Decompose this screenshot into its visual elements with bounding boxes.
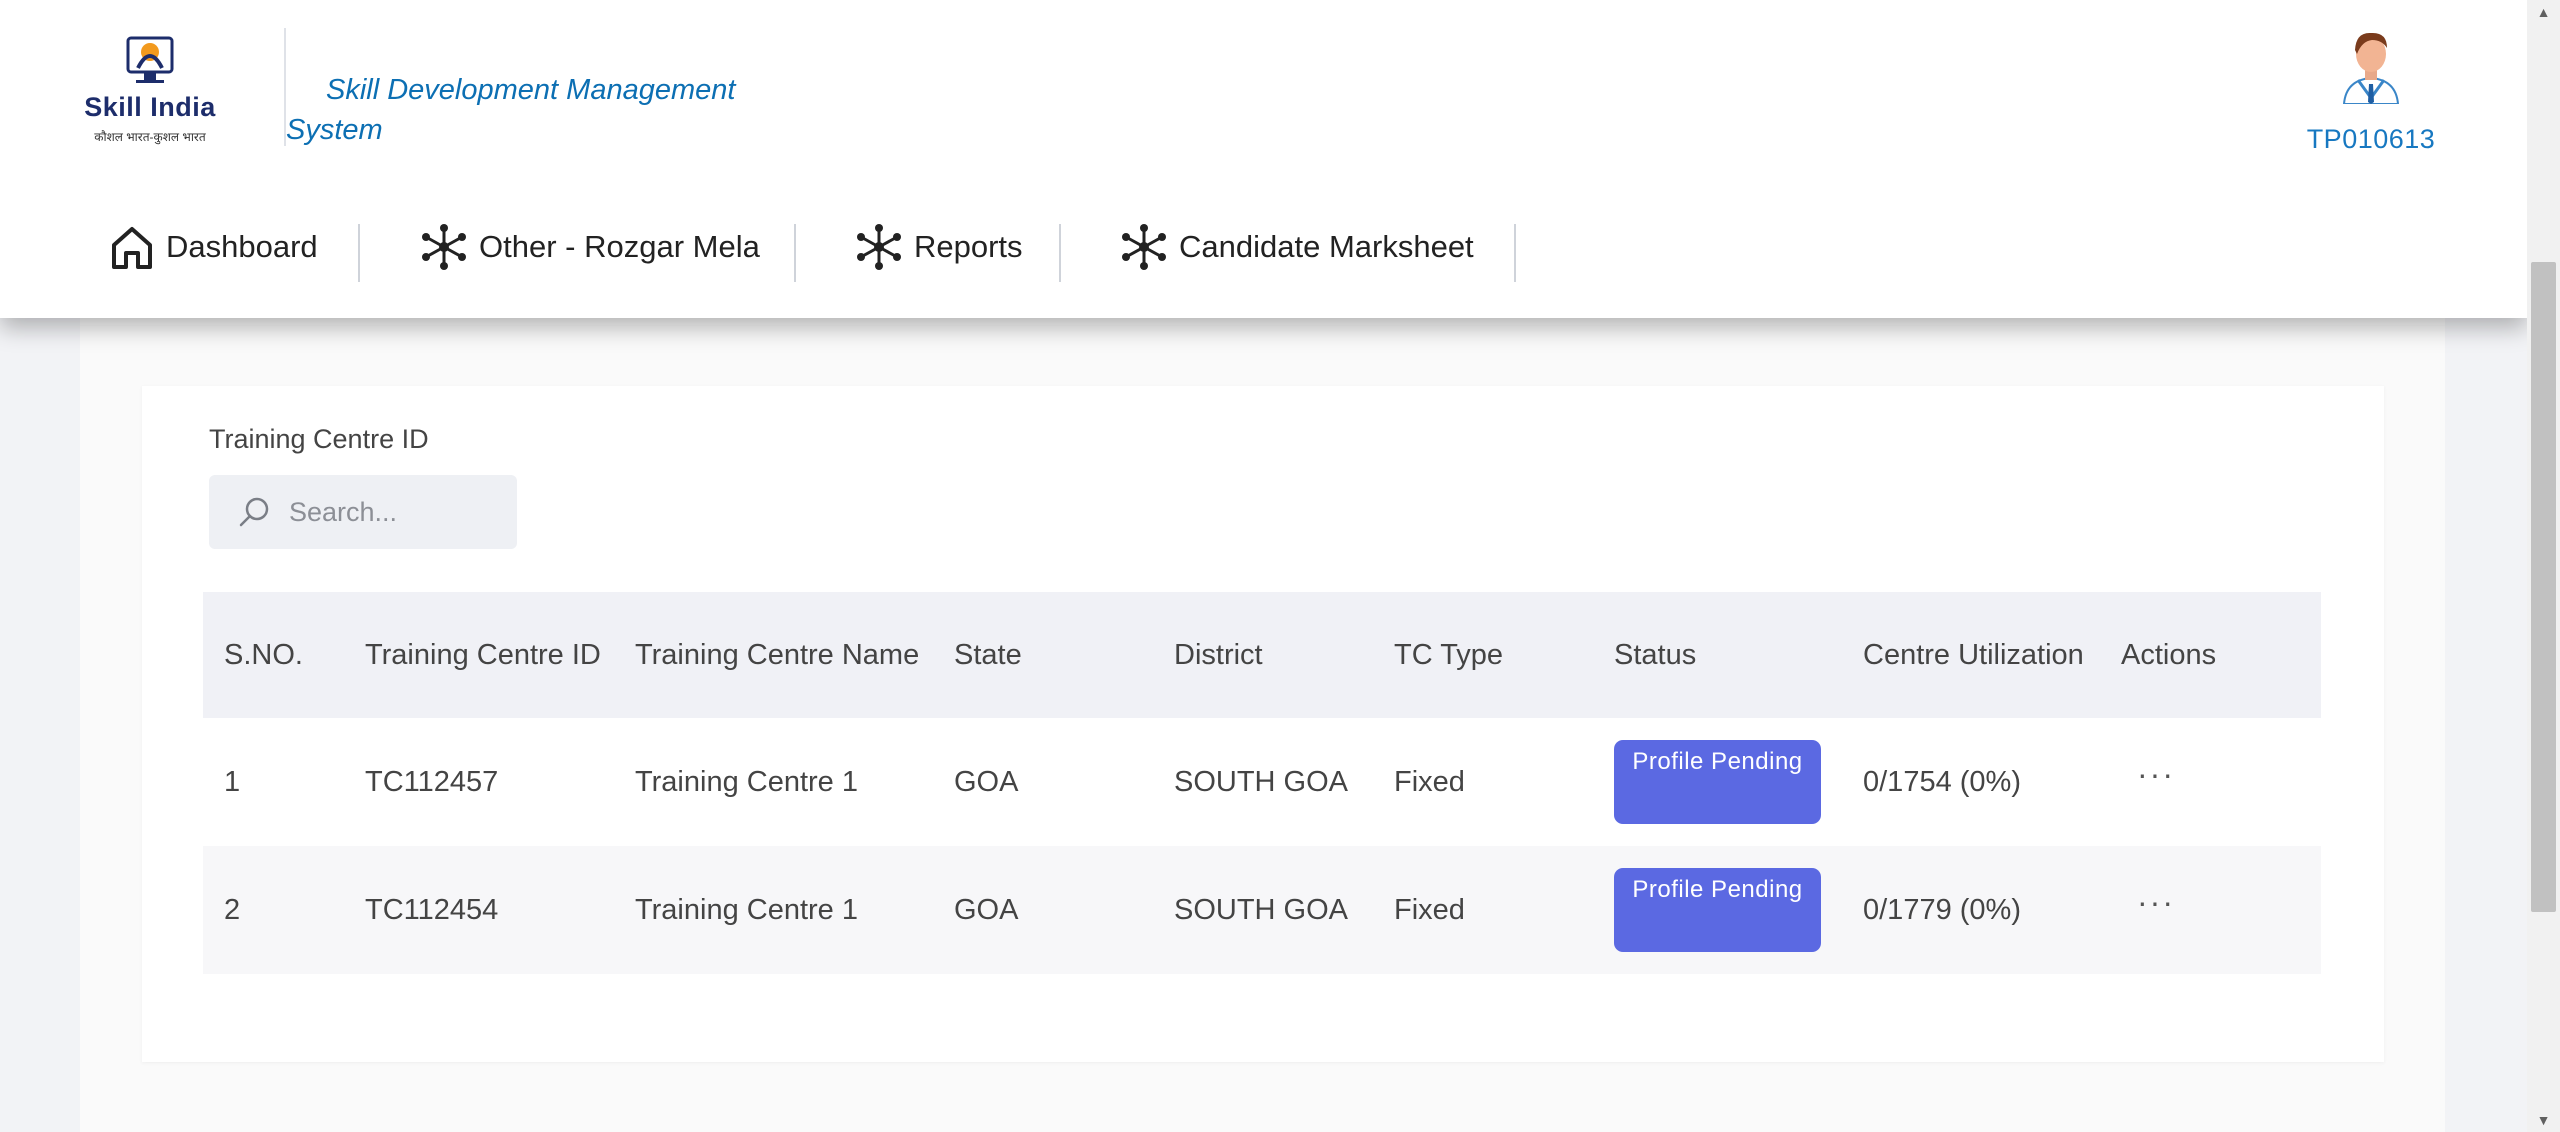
nav-item-label: Other - Rozgar Mela — [479, 229, 760, 264]
nav-item-label: Candidate Marksheet — [1179, 229, 1474, 264]
table-header-row: S.NO. Training Centre ID Training Centre… — [203, 592, 2321, 718]
home-icon — [112, 227, 152, 269]
nav-separator — [1059, 224, 1061, 282]
cell-sno: 1 — [224, 765, 241, 798]
top-header: Skill India कौशल भारत-कुशल भारत Skill De… — [0, 0, 2527, 318]
column-header-actions: Actions — [2100, 592, 2321, 718]
search-input[interactable] — [287, 495, 491, 529]
cell-district: SOUTH GOA — [1153, 846, 1373, 974]
cell-status: Profile Pending — [1593, 718, 1842, 846]
search-field[interactable] — [209, 475, 517, 549]
nav-item-dashboard[interactable]: Dashboard — [108, 212, 318, 282]
cell-state: GOA — [933, 846, 1153, 974]
scroll-up-arrow-icon[interactable]: ▲ — [2527, 0, 2560, 24]
skill-india-emblem-icon — [126, 36, 174, 83]
cell-tc-name: Training Centre 1 — [614, 846, 933, 974]
nav-item-label: Reports — [914, 229, 1023, 264]
logo-tagline: कौशल भारत-कुशल भारत — [94, 130, 206, 144]
search-icon — [239, 497, 269, 527]
more-actions-icon[interactable]: ··· — [2121, 756, 2175, 792]
nav-item-reports[interactable]: Reports — [854, 212, 1023, 282]
user-avatar-icon[interactable] — [2336, 28, 2406, 104]
cell-sno: 2 — [203, 846, 344, 974]
skill-india-logo[interactable]: Skill India कौशल भारत-कुशल भारत — [80, 34, 220, 146]
cell-tc-name: Training Centre 1 — [635, 765, 858, 798]
cell-utilization: 0/1754 (0%) — [1863, 765, 2021, 798]
status-badge[interactable]: Profile Pending — [1614, 868, 1821, 952]
cell-actions: ··· — [2100, 718, 2321, 846]
more-actions-icon[interactable]: ··· — [2121, 884, 2175, 920]
cell-utilization: 0/1779 (0%) — [1842, 846, 2100, 974]
training-centre-table: S.NO. Training Centre ID Training Centre… — [203, 592, 2321, 974]
nav-item-candidate-marksheet[interactable]: Candidate Marksheet — [1119, 212, 1474, 282]
user-id-label[interactable]: TP010613 — [2290, 124, 2452, 155]
column-header-centre-utilization[interactable]: Centre Utilization — [1842, 592, 2100, 718]
cell-tc-id: TC112457 — [365, 765, 499, 798]
page-scrollbar[interactable]: ▲ ▼ — [2527, 0, 2560, 1132]
nav-separator — [358, 224, 360, 282]
network-icon — [1122, 224, 1166, 270]
nav-separator — [1514, 224, 1516, 282]
cell-actions: ··· — [2100, 846, 2321, 974]
logo-brand-text: Skill India — [84, 92, 216, 122]
cell-tc-type: Fixed — [1373, 846, 1593, 974]
nav-item-label: Dashboard — [166, 229, 318, 264]
training-centre-id-filter-label: Training Centre ID — [209, 424, 429, 454]
scrollbar-thumb[interactable] — [2531, 262, 2556, 912]
column-header-status[interactable]: Status — [1593, 592, 1842, 718]
scroll-down-arrow-icon[interactable]: ▼ — [2527, 1108, 2560, 1132]
cell-state: GOA — [954, 765, 1019, 798]
cell-status: Profile Pending — [1593, 846, 1842, 974]
column-header-state[interactable]: State — [933, 592, 1153, 718]
cell-district: SOUTH GOA — [1174, 765, 1349, 798]
column-header-training-centre-id[interactable]: Training Centre ID — [344, 592, 614, 718]
column-header-district[interactable]: District — [1153, 592, 1373, 718]
nav-separator — [794, 224, 796, 282]
column-header-sno[interactable]: S.NO. — [203, 592, 344, 718]
system-title: Skill Development Management System — [286, 74, 736, 146]
cell-tc-id: TC112454 — [344, 846, 614, 974]
table-row: 2 TC112454 Training Centre 1 GOA SOUTH G… — [203, 846, 2321, 974]
status-badge[interactable]: Profile Pending — [1614, 740, 1821, 824]
network-icon — [422, 224, 466, 270]
column-header-training-centre-name[interactable]: Training Centre Name — [614, 592, 933, 718]
column-header-tc-type[interactable]: TC Type — [1373, 592, 1593, 718]
cell-tc-type: Fixed — [1394, 765, 1465, 798]
main-navigation: Dashboard Other - Rozgar Mela Reports Ca… — [0, 212, 1600, 282]
nav-item-rozgar-mela[interactable]: Other - Rozgar Mela — [419, 212, 760, 282]
table-row: 1 TC112457 Training Centre 1 GOA SOUTH G… — [203, 718, 2321, 846]
network-icon — [857, 224, 901, 270]
